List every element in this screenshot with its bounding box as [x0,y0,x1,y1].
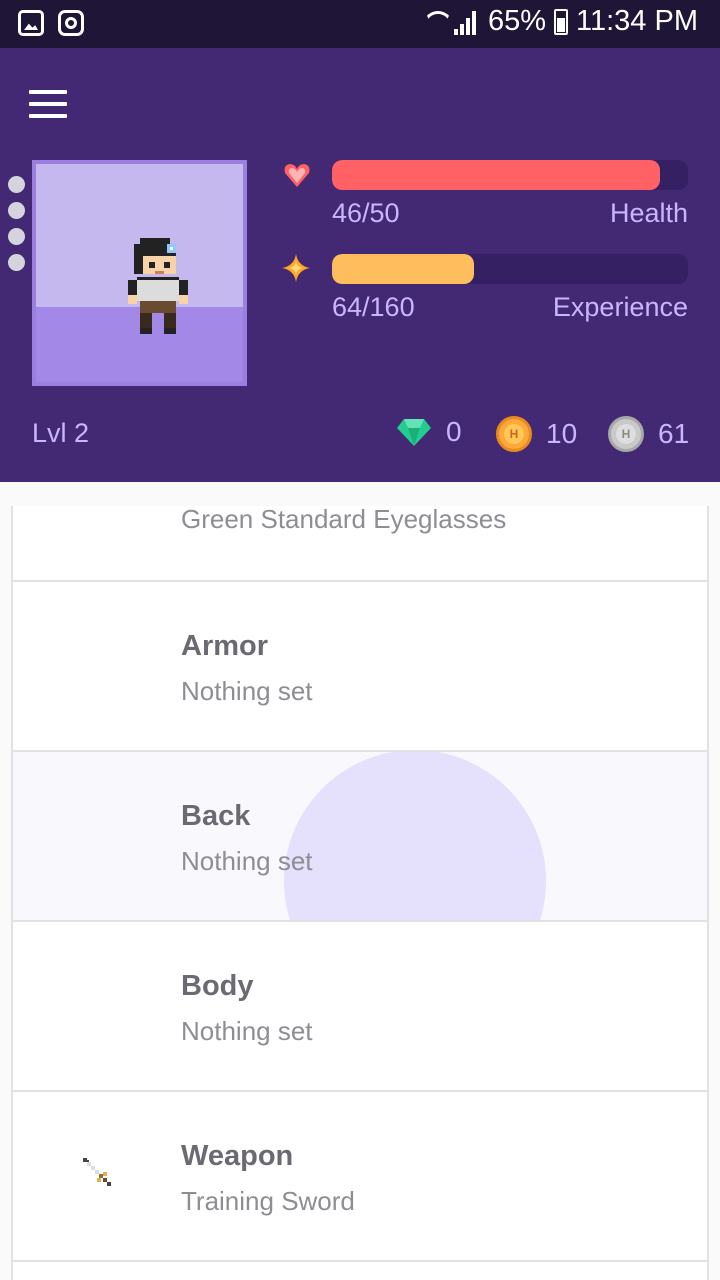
equipment-subtitle: Nothing set [181,846,313,876]
avatar-dots [8,176,25,280]
battery-icon [554,8,569,35]
experience-label: Experience [552,292,688,322]
gems-counter: 0 [396,416,462,448]
equipment-title: Body [181,970,254,1002]
equipment-title: Weapon [181,1140,294,1172]
heart-icon [284,164,310,187]
experience-bar-fill [332,254,475,284]
equipment-row-body[interactable]: Body Nothing set [13,922,707,1092]
silver-count: 61 [658,418,690,449]
equipment-subtitle: Nothing set [181,1016,313,1046]
gold-count: 10 [546,418,578,449]
gallery-notification-icon [18,10,44,36]
equipment-row-back[interactable]: Back Nothing set [13,752,707,922]
wifi-icon [424,9,446,35]
health-bar-fill [332,160,660,190]
training-sword-icon [83,1158,111,1186]
silver-coin-icon: H [608,416,644,452]
touch-ripple [284,752,546,920]
instagram-notification-icon [58,10,84,36]
signal-icon [453,9,480,35]
level-label: Lvl 2 [32,418,90,448]
equipment-row-eyewear[interactable]: Green Standard Eyeglasses [13,506,707,582]
equipment-title: Armor [181,630,269,662]
equipment-subtitle: Nothing set [181,676,313,706]
equipment-subtitle: Green Standard Eyeglasses [181,506,507,534]
equipment-list: Green Standard Eyeglasses Armor Nothing … [11,506,709,1280]
gold-coin-icon: H [496,416,532,452]
menu-button[interactable] [29,90,67,118]
battery-percent: 65% [487,5,547,37]
gems-count: 0 [446,416,462,447]
avatar[interactable] [32,160,247,386]
gem-icon [397,419,431,446]
status-bar: 65% 11:34 PM [0,0,720,48]
health-bar [332,160,688,190]
equipment-title: Back [181,800,251,832]
health-label: Health [609,198,688,228]
silver-counter: H 61 [608,416,689,452]
experience-value: 64/160 [332,292,415,322]
equipment-row-weapon[interactable]: Weapon Training Sword [13,1092,707,1262]
pixel-character-icon [128,238,188,334]
clock: 11:34 PM [576,5,698,37]
experience-bar [332,254,688,284]
equipment-subtitle: Training Sword [181,1186,355,1216]
avatar-header: 46/50 Health 64/160 Experience Lvl 2 0 H… [0,48,720,482]
health-value: 46/50 [332,198,400,228]
equipment-row-armor[interactable]: Armor Nothing set [13,582,707,752]
star-icon [282,254,310,282]
gold-counter: H 10 [496,416,577,452]
